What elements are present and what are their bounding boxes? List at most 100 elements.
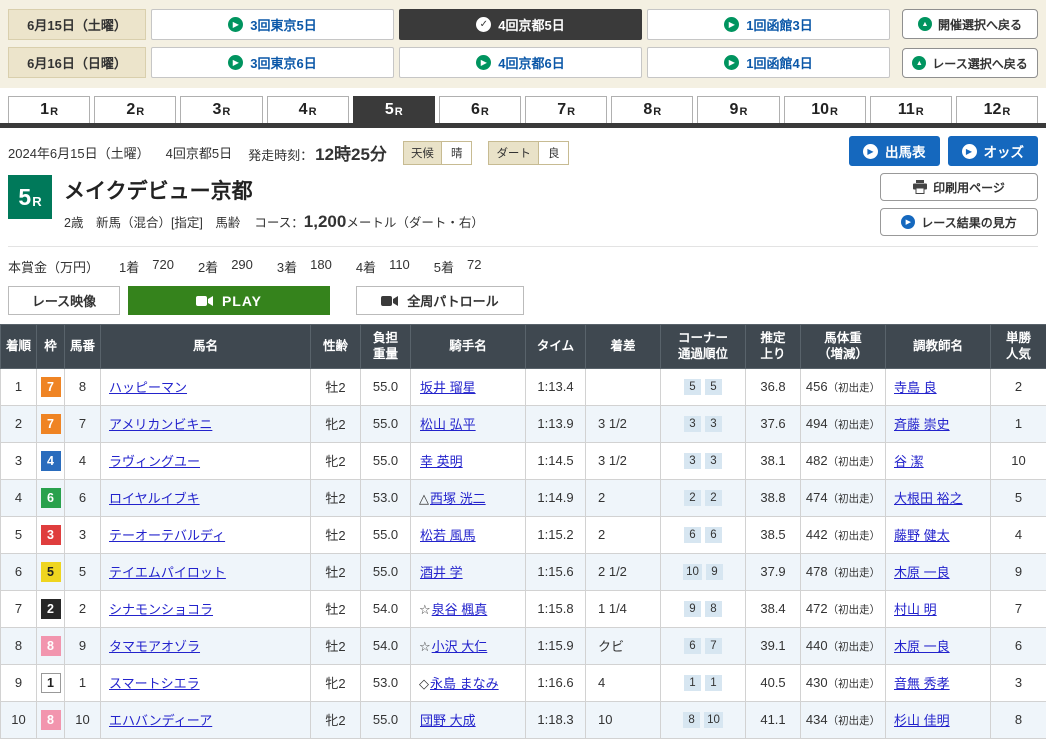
trainer-link[interactable]: 斉藤 崇史 <box>894 417 950 432</box>
race-tab[interactable]: 12R <box>956 96 1038 123</box>
horse-name-link[interactable]: ロイヤルイブキ <box>109 491 200 506</box>
last-3f-time: 38.4 <box>746 590 801 627</box>
trainer-link[interactable]: 音無 秀孝 <box>894 676 950 691</box>
play-video-button[interactable]: PLAY <box>128 286 330 315</box>
date-meeting-nav: 6月15日（土曜） ▶ 3回東京5日 ✓ 4回京都5日 ▶ 1回函館3日 6月1… <box>0 0 1046 88</box>
horse-name-link[interactable]: スマートシエラ <box>109 676 200 691</box>
horse-name-link[interactable]: テーオーテバルディ <box>109 528 225 543</box>
jockey-link[interactable]: 永島 まなみ <box>430 676 499 691</box>
meeting-button-hakodate-3[interactable]: ▶ 1回函館3日 <box>647 9 890 40</box>
horse-name-link[interactable]: ハッピーマン <box>109 380 187 395</box>
frame-cell: 7 <box>37 405 65 442</box>
horse-name-link[interactable]: ラヴィングユー <box>109 454 200 469</box>
trainer-link[interactable]: 木原 一良 <box>894 639 950 654</box>
race-tab[interactable]: 1R <box>8 96 90 123</box>
trainer-link[interactable]: 大根田 裕之 <box>894 491 963 506</box>
arrow-right-circle-icon: ▶ <box>228 55 243 70</box>
horse-name-link[interactable]: シナモンショコラ <box>109 602 213 617</box>
odds-button[interactable]: ▶ オッズ <box>948 136 1039 166</box>
trainer-link[interactable]: 谷 潔 <box>894 454 924 469</box>
race-conditions: 2歳 新馬（混合）[指定] 馬齢 <box>64 212 240 231</box>
trainer-link[interactable]: 木原 一良 <box>894 565 950 580</box>
corner-order: 98 <box>661 590 746 627</box>
body-weight-cell: 472（初出走） <box>801 590 886 627</box>
race-tab-number: 12 <box>984 101 1002 119</box>
patrol-video-button[interactable]: 全周パトロール <box>356 286 524 315</box>
jockey-cell: ☆泉谷 楓真 <box>411 590 526 627</box>
printer-icon <box>913 180 927 194</box>
back-buttons: ▲ 開催選択へ戻る ▲ レース選択へ戻る <box>902 9 1038 78</box>
jockey-link[interactable]: 小沢 大仁 <box>432 639 488 654</box>
body-weight-note: （初出走） <box>828 641 881 653</box>
race-tab-suffix: R <box>1002 106 1010 118</box>
body-weight-value: 478 <box>806 564 828 579</box>
horse-name-link[interactable]: テイエムパイロット <box>109 565 226 580</box>
entry-table-button[interactable]: ▶ 出馬表 <box>849 136 940 166</box>
jockey-link[interactable]: 酒井 学 <box>420 565 463 580</box>
carried-weight: 54.0 <box>361 627 411 664</box>
apprentice-mark: ☆ <box>419 602 431 617</box>
race-tab[interactable]: 8R <box>611 96 693 123</box>
results-guide-button[interactable]: ▶ レース結果の見方 <box>880 208 1038 236</box>
back-to-race-select-button[interactable]: ▲ レース選択へ戻る <box>902 48 1038 78</box>
race-tab[interactable]: 11R <box>870 96 952 123</box>
jockey-link[interactable]: 松若 風馬 <box>420 528 476 543</box>
meeting-button-hakodate-4[interactable]: ▶ 1回函館4日 <box>647 47 890 78</box>
meeting-button-kyoto-5[interactable]: ✓ 4回京都5日 <box>399 9 642 40</box>
jockey-link[interactable]: 幸 英明 <box>420 454 463 469</box>
meeting-button-tokyo-6[interactable]: ▶ 3回東京6日 <box>151 47 394 78</box>
last-3f-time: 38.5 <box>746 516 801 553</box>
jockey-link[interactable]: 団野 大成 <box>420 713 476 728</box>
corner-position: 10 <box>683 564 702 580</box>
prize-item: 3着180 <box>277 257 332 276</box>
horse-number: 3 <box>65 516 101 553</box>
last-3f-time: 36.8 <box>746 368 801 405</box>
race-tab[interactable]: 2R <box>94 96 176 123</box>
race-tab[interactable]: 6R <box>439 96 521 123</box>
horse-number: 10 <box>65 701 101 738</box>
race-tab-suffix: R <box>222 106 230 118</box>
race-tab-suffix: R <box>830 106 838 118</box>
column-header: 推定 上り <box>746 325 801 369</box>
meeting-button-label: 3回東京5日 <box>250 15 316 34</box>
race-tab[interactable]: 10R <box>784 96 866 123</box>
finish-time: 1:15.2 <box>526 516 586 553</box>
trainer-link[interactable]: 杉山 佳明 <box>894 713 950 728</box>
frame-number: 7 <box>41 414 61 434</box>
prize-amount: 72 <box>467 257 481 276</box>
meeting-button-kyoto-6[interactable]: ▶ 4回京都6日 <box>399 47 642 78</box>
jockey-link[interactable]: 松山 弘平 <box>420 417 476 432</box>
apprentice-mark: ◇ <box>419 676 429 691</box>
print-page-button[interactable]: 印刷用ページ <box>880 173 1038 201</box>
meeting-button-tokyo-5[interactable]: ▶ 3回東京5日 <box>151 9 394 40</box>
horse-name-cell: ラヴィングユー <box>101 442 311 479</box>
race-tab-number: 1 <box>40 101 49 119</box>
course-info: コース：1,200メートル（ダート・右） <box>254 212 483 232</box>
race-tab[interactable]: 3R <box>180 96 262 123</box>
jockey-cell: 団野 大成 <box>411 701 526 738</box>
track-label: ダート <box>488 141 539 165</box>
finish-time: 1:14.5 <box>526 442 586 479</box>
trainer-link[interactable]: 藤野 健太 <box>894 528 950 543</box>
trainer-link[interactable]: 村山 明 <box>894 602 937 617</box>
back-to-meeting-select-button[interactable]: ▲ 開催選択へ戻る <box>902 9 1038 39</box>
column-header: タイム <box>526 325 586 369</box>
horse-name-link[interactable]: アメリカンビキニ <box>109 417 212 432</box>
prize-money-label: 本賞金（万円） <box>8 257 99 276</box>
race-tab[interactable]: 9R <box>697 96 779 123</box>
jockey-link[interactable]: 泉谷 楓真 <box>432 602 488 617</box>
corner-order: 67 <box>661 627 746 664</box>
horse-name-link[interactable]: エハバンディーア <box>109 713 212 728</box>
corner-position: 3 <box>705 453 722 469</box>
meeting-button-label: 4回京都6日 <box>498 53 564 72</box>
horse-name-link[interactable]: タマモアオゾラ <box>109 639 200 654</box>
race-tab[interactable]: 4R <box>267 96 349 123</box>
jockey-link[interactable]: 坂井 瑠星 <box>420 380 476 395</box>
trainer-link[interactable]: 寺島 良 <box>894 380 937 395</box>
win-favorite-rank: 8 <box>991 701 1046 738</box>
race-tab[interactable]: 7R <box>525 96 607 123</box>
race-tab[interactable]: 5R <box>353 96 435 123</box>
jockey-link[interactable]: 西塚 洸二 <box>430 491 486 506</box>
frame-cell: 5 <box>37 553 65 590</box>
result-row: 9 1 1 スマートシエラ 牝2 53.0 ◇永島 まなみ 1:16.6 4 1… <box>1 664 1046 701</box>
